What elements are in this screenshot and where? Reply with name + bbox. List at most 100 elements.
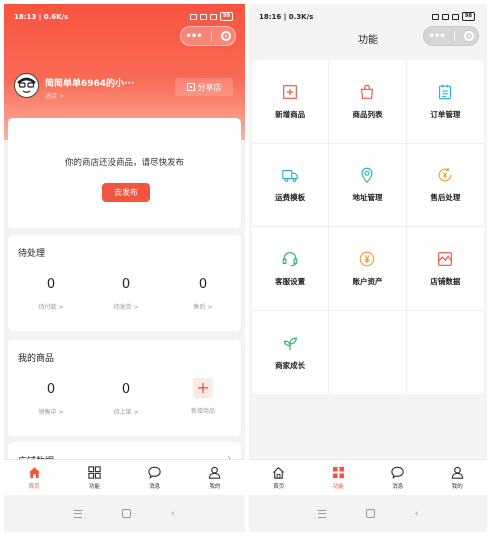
yen-coin-icon [360,251,375,267]
function-order-management[interactable]: 订单管理 [406,60,484,144]
signal-icon [210,13,218,20]
chart-icon [438,251,453,266]
tab-home[interactable]: 首页 [249,460,309,495]
message-icon [391,466,404,479]
refund-icon [438,167,452,182]
add-product-icon [283,84,298,99]
miniprogram-capsule: ••• [180,26,236,46]
enter-store-link[interactable]: 进店 > [45,91,64,100]
function-add-product[interactable]: 新增商品 [252,60,330,144]
empty-products-text: 你的商店还没商品，请尽快发布 [64,158,184,168]
function-label: 售后处理 [430,193,461,203]
signal-icon [200,13,208,20]
empty-products-card: 你的商店还没商品，请尽快发布 去发布 [8,118,241,228]
function-after-sales[interactable]: 售后处理 [406,144,484,227]
function-label: 账户资产 [352,276,383,286]
function-product-list[interactable]: 商品列表 [329,60,407,144]
tab-mine[interactable]: 我的 [185,460,245,495]
function-grid: 新增商品 商品列表 订单管理 运费模板 地址管理 售后处理 客服设置 账户资产 [252,60,484,394]
tab-label: 消息 [149,484,161,490]
function-store-data[interactable]: 店铺数据 [406,227,484,311]
function-label: 商品列表 [352,109,383,119]
menu-icon[interactable] [74,509,83,518]
function-label: 运费模板 [275,193,306,203]
home-icon [273,467,285,479]
user-icon [209,466,221,479]
bottom-tab-bar: 首页 功能 消息 我的 [249,459,487,495]
stat-on-sale[interactable]: 0 销售中 > [21,382,81,416]
function-label: 新增商品 [275,109,306,119]
share-store-button[interactable]: 分享店 [175,78,233,96]
back-icon[interactable]: ‹ [171,509,175,519]
my-goods-card: 我的商品 0 销售中 > 0 待上架 > + 新增商品 [8,340,241,436]
grid-icon [332,466,344,479]
tab-functions[interactable]: 功能 [64,460,124,495]
empty-cell [329,310,407,394]
status-time: 18:16 | 0.3K/s [259,13,314,21]
tab-label: 功能 [332,484,344,490]
sprout-icon [284,337,298,350]
signal-icon [452,13,460,20]
stat-off-shelf[interactable]: 0 待上架 > [96,382,156,416]
location-pin-icon [361,167,374,184]
function-label: 客服设置 [275,276,306,286]
function-customer-service[interactable]: 客服设置 [252,227,330,311]
tab-home[interactable]: 首页 [4,460,64,495]
function-shipping-template[interactable]: 运费模板 [252,143,330,227]
stat-value: 0 [46,277,56,292]
stat-after-sales[interactable]: 0 售后 > [173,277,233,311]
close-icon[interactable] [463,31,474,41]
menu-icon[interactable] [317,509,326,518]
tab-messages[interactable]: 消息 [368,460,428,495]
right-phone-screen: 18:16 | 0.3K/s 98 功能 ••• 新增商品 商品列表 订单管理 … [249,4,487,532]
add-product-label: 新增商品 [190,408,215,415]
system-nav-bar: ‹ [4,495,245,532]
function-label: 店铺数据 [430,276,461,286]
home-icon [28,467,40,479]
truck-icon [282,170,298,183]
battery-icon: 98 [462,12,475,21]
stat-unshipped[interactable]: 0 待发货 > [96,277,156,311]
empty-cell [407,311,484,395]
more-icon[interactable]: ••• [428,31,445,42]
status-time: 18:13 | 0.6K/s [14,13,69,21]
sim-icon [432,13,440,20]
user-icon [451,466,463,479]
tab-messages[interactable]: 消息 [125,460,185,495]
share-store-label: 分享店 [197,82,222,92]
home-square-icon[interactable] [365,509,375,518]
plus-icon: + [193,378,213,398]
stat-value: 0 [46,382,56,397]
function-merchant-growth[interactable]: 商家成长 [252,310,330,394]
headset-icon [282,251,298,267]
status-icons: 99 [190,12,233,21]
stat-unpaid[interactable]: 0 待付款 > [21,277,81,311]
function-label: 商家成长 [275,360,306,370]
sim-icon [190,13,198,20]
function-label: 订单管理 [430,109,461,119]
tab-label: 首页 [273,484,285,490]
stat-label: 销售中 > [38,409,64,416]
qr-code-icon [186,83,195,91]
add-product-shortcut[interactable]: + 新增商品 [173,378,233,415]
home-square-icon[interactable] [122,509,132,518]
function-address-management[interactable]: 地址管理 [329,143,407,227]
more-icon[interactable]: ••• [185,31,202,42]
pending-title: 待处理 [18,249,46,259]
capsule-divider [210,31,212,41]
status-icons: 98 [432,12,475,21]
store-name: 简简单单6964的小··· [45,79,135,89]
stat-label: 待上架 > [113,409,139,416]
back-icon[interactable]: ‹ [415,509,419,519]
publish-button[interactable]: 去发布 [102,183,150,202]
message-icon [148,466,161,479]
function-account-assets[interactable]: 账户资产 [329,227,407,311]
battery-icon: 99 [220,12,233,21]
close-icon[interactable] [220,31,231,41]
tab-functions[interactable]: 功能 [309,460,369,495]
pending-card: 待处理 0 待付款 > 0 待发货 > 0 售后 > [8,235,241,331]
avatar[interactable] [14,73,39,98]
tab-label: 我的 [451,484,463,490]
stat-label: 待发货 > [113,304,139,311]
tab-mine[interactable]: 我的 [428,460,488,495]
